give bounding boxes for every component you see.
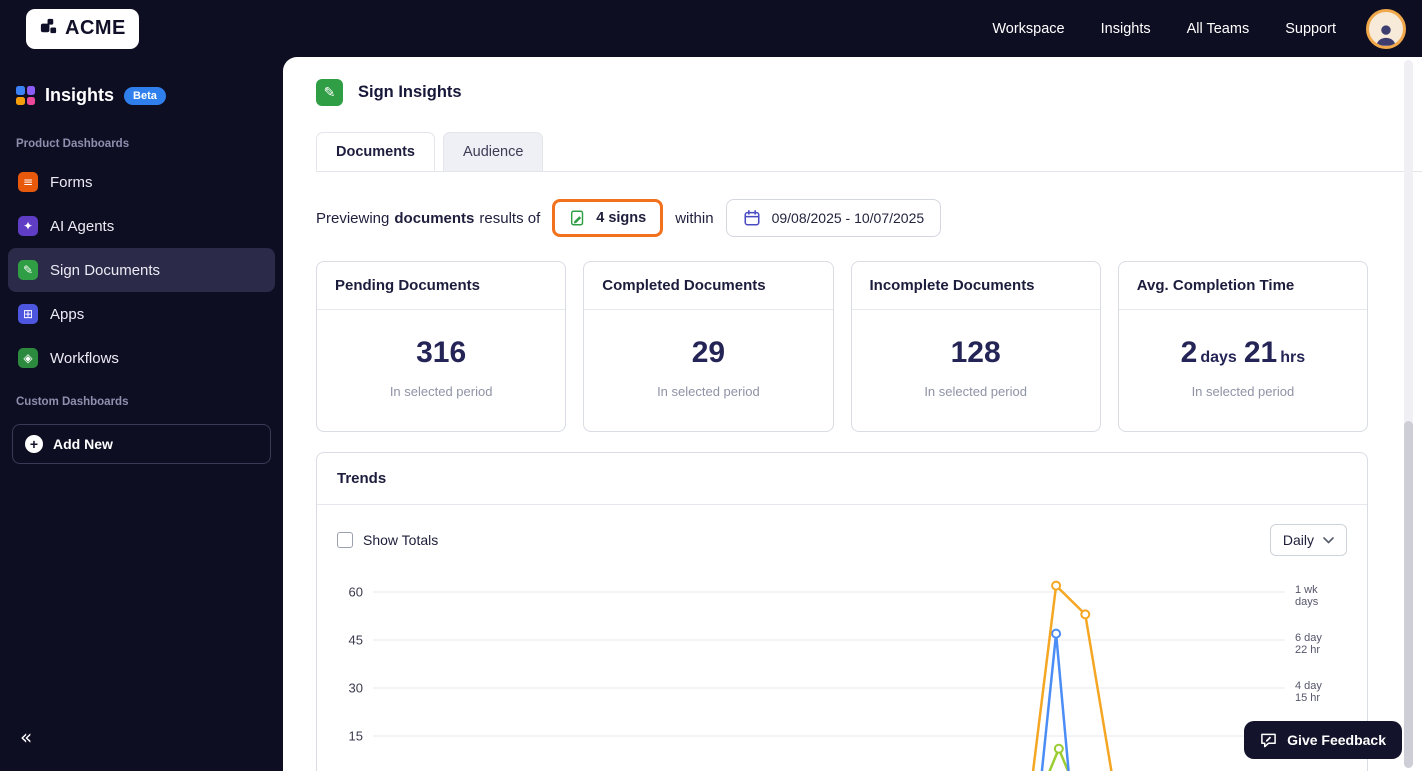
trends-card: Trends Show Totals Daily 15 30 45 60 1 wk day… <box>316 452 1368 771</box>
stat-caption: In selected period <box>657 384 760 399</box>
sidebar-nav: ≡ Forms ✦ AI Agents ✎ Sign Documents ⊞ A… <box>0 160 283 380</box>
sidebar-item-sign-documents[interactable]: ✎ Sign Documents <box>8 248 275 292</box>
preview-suffix: results of <box>479 209 541 227</box>
stat-title: Pending Documents <box>317 262 566 310</box>
nav-all-teams[interactable]: All Teams <box>1187 21 1250 37</box>
svg-text:30: 30 <box>349 681 363 696</box>
stat-card-completed: Completed Documents 29 In selected perio… <box>583 261 834 432</box>
ai-agents-icon: ✦ <box>18 216 38 236</box>
sidebar-title: Insights <box>45 85 115 105</box>
feedback-icon <box>1261 733 1277 748</box>
forms-icon: ≡ <box>18 172 38 192</box>
sidebar-item-label: AI Agents <box>50 217 115 235</box>
acme-logo[interactable]: ACME <box>26 8 139 49</box>
sign-doc-icon <box>571 210 584 226</box>
preview-prefix: Previewing <box>316 209 390 227</box>
show-totals-toggle[interactable]: Show Totals <box>337 532 438 548</box>
sidebar-item-apps[interactable]: ⊞ Apps <box>8 292 275 336</box>
stat-card-pending: Pending Documents 316 In selected period <box>316 261 567 432</box>
nav-insights[interactable]: Insights <box>1101 21 1151 37</box>
show-totals-checkbox[interactable] <box>337 532 353 548</box>
sign-insights-icon: ✎ <box>316 79 343 106</box>
trends-chart: 15 30 45 60 1 wk days 6 day 22 hr 4 day 15 hr <box>349 580 1322 771</box>
stat-card-incomplete: Incomplete Documents 128 In selected per… <box>850 261 1101 432</box>
scrollbar-thumb[interactable] <box>1404 421 1413 768</box>
plus-icon: + <box>25 435 43 453</box>
stat-cards: Pending Documents 316 In selected period… <box>316 261 1368 432</box>
interval-select[interactable]: Daily <box>1269 524 1347 556</box>
scrollbar-track[interactable] <box>1404 60 1413 768</box>
signs-count-label: 4 signs <box>596 210 647 226</box>
svg-text:15: 15 <box>349 729 363 744</box>
preview-text: Previewing documents results of <box>316 210 540 227</box>
svg-text:60: 60 <box>349 585 363 600</box>
feedback-label: Give Feedback <box>1287 732 1386 748</box>
tab-bar: Documents Audience <box>316 132 1422 172</box>
page-header: ✎ Sign Insights <box>316 79 1368 106</box>
preview-bold-word: documents <box>394 209 475 227</box>
show-totals-label: Show Totals <box>363 532 439 548</box>
add-new-button[interactable]: + Add New <box>12 424 271 464</box>
apps-icon: ⊞ <box>18 304 38 324</box>
sidebar-item-label: Forms <box>50 173 93 191</box>
topbar: ACME Workspace Insights All Teams Suppor… <box>0 0 1422 57</box>
person-icon <box>1376 24 1396 46</box>
svg-text:4 day15 hr: 4 day 15 hr <box>1295 680 1322 704</box>
sidebar-header: Insights Beta <box>0 57 283 122</box>
sidebar-item-label: Apps <box>50 305 85 323</box>
stat-caption: In selected period <box>924 384 1027 399</box>
top-nav: Workspace Insights All Teams Support <box>992 8 1406 49</box>
nav-support[interactable]: Support <box>1285 21 1336 37</box>
workflows-icon: ◈ <box>18 348 38 368</box>
tab-audience[interactable]: Audience <box>442 132 544 171</box>
tab-documents[interactable]: Documents <box>316 132 435 171</box>
preview-row: Previewing documents results of 4 signs … <box>316 199 1368 237</box>
trends-chart-area: 15 30 45 60 1 wk days 6 day 22 hr 4 day 15 hr <box>317 570 1367 771</box>
chevron-down-icon <box>1323 536 1334 544</box>
date-range-picker[interactable]: 09/08/2025 - 10/07/2025 <box>725 199 942 237</box>
svg-text:1 wkdays: 1 wk days <box>1295 584 1319 608</box>
svg-text:45: 45 <box>349 633 363 648</box>
add-new-label: Add New <box>53 436 113 452</box>
sidebar-item-forms[interactable]: ≡ Forms <box>8 160 275 204</box>
within-label: within <box>675 209 714 227</box>
insights-icon <box>16 86 35 105</box>
give-feedback-button[interactable]: Give Feedback <box>1244 721 1402 759</box>
main-panel: ✎ Sign Insights Documents Audience Previ… <box>283 57 1422 771</box>
interval-value: Daily <box>1282 532 1314 548</box>
stat-value: 316 <box>416 336 467 369</box>
signs-filter[interactable]: 4 signs <box>552 199 664 237</box>
svg-text:6 day22 hr: 6 day 22 hr <box>1295 632 1322 656</box>
section-product-dashboards: Product Dashboards <box>16 138 130 150</box>
stat-title: Incomplete Documents <box>851 262 1100 310</box>
avatar[interactable] <box>1366 8 1406 49</box>
sidebar-item-label: Sign Documents <box>50 261 161 279</box>
date-range-label: 09/08/2025 - 10/07/2025 <box>771 210 925 226</box>
acme-logo-icon <box>39 17 58 41</box>
stat-value: 2 days 21 hrs <box>1180 336 1306 369</box>
brand-name: ACME <box>65 17 126 39</box>
stat-title: Completed Documents <box>584 262 833 310</box>
section-custom-dashboards: Custom Dashboards <box>16 396 129 408</box>
stat-title: Avg. Completion Time <box>1118 262 1367 310</box>
stat-caption: In selected period <box>389 384 493 399</box>
stat-value: 29 <box>691 336 726 369</box>
sign-documents-icon: ✎ <box>18 260 38 280</box>
stat-card-avg-completion: Avg. Completion Time 2 days 21 hrs In selec… <box>1117 261 1368 432</box>
trends-title: Trends <box>317 453 1367 505</box>
collapse-sidebar-button[interactable]: « <box>20 725 32 749</box>
page-title: Sign Insights <box>358 83 462 101</box>
nav-workspace[interactable]: Workspace <box>992 21 1064 37</box>
sidebar-item-ai-agents[interactable]: ✦ AI Agents <box>8 204 275 248</box>
sidebar-item-label: Workflows <box>50 349 119 367</box>
calendar-icon <box>744 210 760 226</box>
stat-caption: In selected period <box>1191 384 1295 399</box>
sidebar: Insights Beta Product Dashboards ≡ Forms… <box>0 57 283 771</box>
sidebar-item-workflows[interactable]: ◈ Workflows <box>8 336 275 380</box>
stat-value: 128 <box>950 336 1001 369</box>
beta-badge: Beta <box>124 86 166 105</box>
